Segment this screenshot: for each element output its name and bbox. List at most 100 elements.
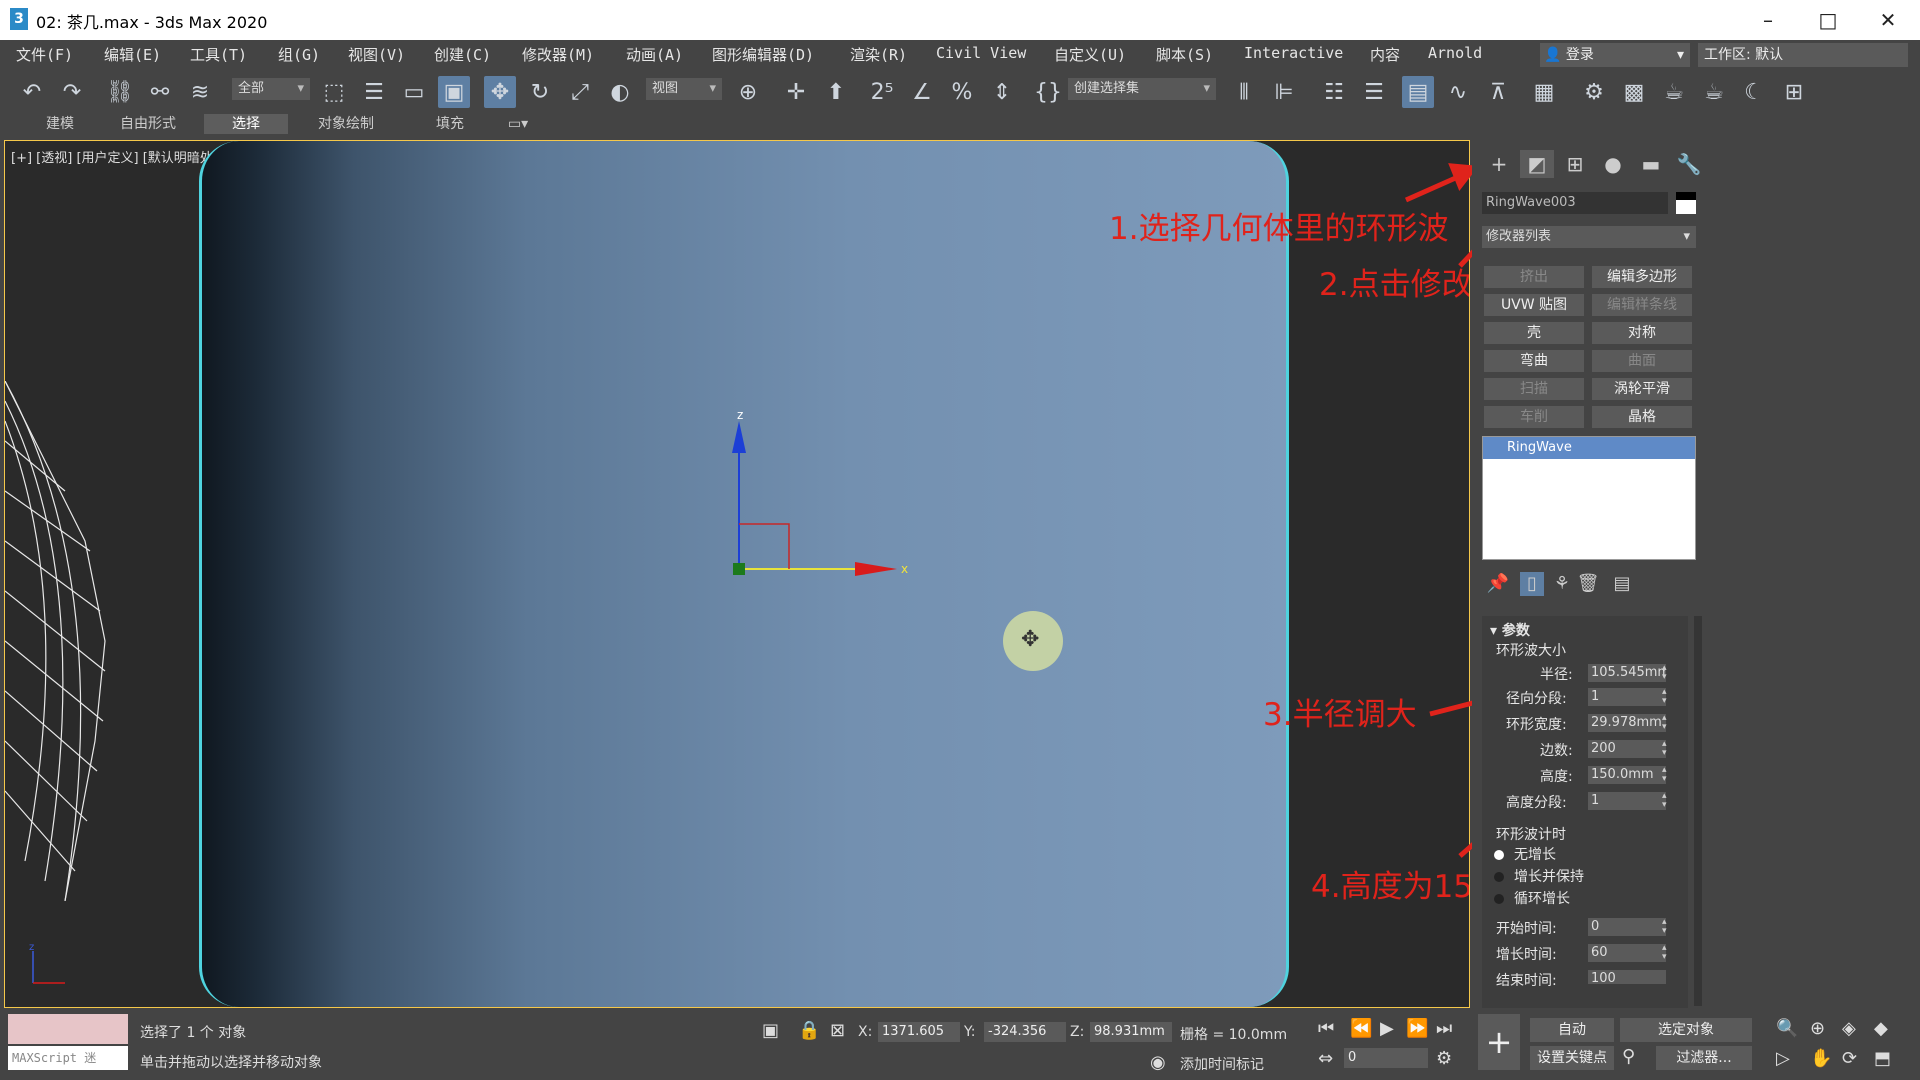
sides-field[interactable]: 200	[1588, 740, 1666, 758]
x-coord-field[interactable]: 1371.605	[878, 1022, 960, 1042]
viewport-label[interactable]: [+] [透视] [用户定义] [默认明暗处理]	[11, 147, 231, 166]
z-coord-field[interactable]: 98.931mm	[1090, 1022, 1172, 1042]
layer-explorer-icon[interactable]: ☰	[1358, 76, 1390, 108]
undo-icon[interactable]: ↶	[16, 76, 48, 108]
render-production-icon[interactable]: ☕	[1658, 76, 1690, 108]
render-activeshade-icon[interactable]: ☕	[1698, 76, 1730, 108]
menu-views[interactable]: 视图(V)	[348, 44, 405, 65]
modifier-list-dropdown[interactable]: 修改器列表 ▾	[1482, 226, 1696, 248]
configure-modifier-sets-icon[interactable]: ▤	[1610, 572, 1634, 596]
auto-key-button[interactable]: 自动	[1530, 1018, 1614, 1042]
menu-interactive[interactable]: Interactive	[1244, 44, 1343, 62]
menu-civil-view[interactable]: Civil View	[936, 44, 1026, 62]
modifier-button-uvw-map[interactable]: UVW 贴图	[1484, 294, 1584, 316]
orbit-icon[interactable]: ⟳	[1842, 1048, 1857, 1069]
selection-lock-icon[interactable]: 🔒	[798, 1020, 820, 1041]
key-filters-icon[interactable]: ⚲	[1622, 1046, 1635, 1067]
link-icon[interactable]: ⛓	[104, 76, 136, 108]
modifier-button-bend[interactable]: 弯曲	[1484, 350, 1584, 372]
current-frame-field[interactable]: 0	[1344, 1048, 1428, 1068]
menu-animation[interactable]: 动画(A)	[626, 44, 683, 65]
snaps-toggle-icon[interactable]: 2⁵	[866, 76, 898, 108]
login-dropdown[interactable]: 👤 登录 ▾	[1540, 43, 1690, 67]
radius-field[interactable]: 105.545mm	[1588, 664, 1666, 682]
stack-item-ringwave[interactable]: RingWave	[1483, 437, 1695, 459]
y-coord-field[interactable]: -324.356	[984, 1022, 1066, 1042]
go-to-start-icon[interactable]: ⏮	[1318, 1018, 1334, 1039]
curve-editor-icon[interactable]: ∿	[1442, 76, 1474, 108]
time-configuration-icon[interactable]: ⚙	[1436, 1048, 1452, 1069]
menu-edit[interactable]: 编辑(E)	[104, 44, 161, 65]
add-time-tag[interactable]: 添加时间标记	[1180, 1054, 1264, 1074]
unlink-icon[interactable]: ⚯	[144, 76, 176, 108]
make-unique-icon[interactable]: ⚘	[1550, 572, 1574, 596]
ring-width-spinner-icon[interactable]: ▴ ▾	[1662, 714, 1672, 732]
modifier-button-lathe[interactable]: 车削	[1484, 406, 1584, 428]
modifier-button-sweep[interactable]: 扫描	[1484, 378, 1584, 400]
a360-gallery-icon[interactable]: ⊞	[1778, 76, 1810, 108]
material-editor-icon[interactable]: ▦	[1528, 76, 1560, 108]
scene-explorer-icon[interactable]: ☷	[1318, 76, 1350, 108]
menu-rendering[interactable]: 渲染(R)	[850, 44, 907, 65]
height-spinner-icon[interactable]: ▴ ▾	[1662, 766, 1672, 784]
grow-time-field[interactable]: 60	[1588, 944, 1666, 962]
show-end-result-icon[interactable]: ▯	[1520, 572, 1544, 596]
render-setup-icon[interactable]: ⚙	[1578, 76, 1610, 108]
menu-file[interactable]: 文件(F)	[16, 44, 73, 65]
tab-populate[interactable]: 填充	[420, 114, 480, 134]
motion-tab-icon[interactable]: ●	[1596, 150, 1630, 178]
selected-objects-dropdown[interactable]: 选定对象	[1620, 1018, 1752, 1042]
modifier-button-lattice[interactable]: 晶格	[1592, 406, 1692, 428]
start-time-spinner-icon[interactable]: ▴ ▾	[1662, 918, 1672, 936]
select-and-place-icon[interactable]: ◐	[604, 76, 636, 108]
keyboard-shortcut-override-icon[interactable]: ⬆	[820, 76, 852, 108]
modifier-button-edit-poly[interactable]: 编辑多边形	[1592, 266, 1692, 288]
filters-button[interactable]: 过滤器...	[1656, 1046, 1752, 1070]
maxscript-mini-listener[interactable]: MAXScript 迷	[8, 1046, 128, 1070]
pan-view-icon[interactable]: ✋	[1810, 1048, 1832, 1069]
transform-gizmo[interactable]: z x	[725, 411, 925, 611]
menu-modifiers[interactable]: 修改器(M)	[522, 44, 594, 65]
zoom-icon[interactable]: 🔍	[1776, 1018, 1798, 1039]
close-button[interactable]: ✕	[1868, 6, 1908, 34]
redo-icon[interactable]: ↷	[56, 76, 88, 108]
pin-stack-icon[interactable]: 📌	[1486, 572, 1510, 596]
selection-filter-dropdown[interactable]: 全部	[232, 78, 310, 100]
tab-object-paint[interactable]: 对象绘制	[306, 114, 386, 134]
bind-space-warp-icon[interactable]: ≋	[184, 76, 216, 108]
maximize-viewport-icon[interactable]: ⬒	[1874, 1048, 1891, 1069]
menu-graph-editors[interactable]: 图形编辑器(D)	[712, 44, 814, 65]
sides-spinner-icon[interactable]: ▴ ▾	[1662, 740, 1672, 758]
edit-named-selection-icon[interactable]: {}	[1032, 76, 1064, 108]
align-icon[interactable]: ⊫	[1268, 76, 1300, 108]
menu-tools[interactable]: 工具(T)	[190, 44, 247, 65]
utilities-tab-icon[interactable]: 🔧	[1672, 150, 1706, 178]
end-time-field[interactable]: 100	[1588, 970, 1666, 984]
radio-grow-and-stay[interactable]	[1494, 872, 1504, 882]
modifier-button-symmetry[interactable]: 对称	[1592, 322, 1692, 344]
key-mode-icon[interactable]: ⇔	[1318, 1048, 1333, 1069]
modifier-button-turbosmooth[interactable]: 涡轮平滑	[1592, 378, 1692, 400]
select-and-move-icon[interactable]: ✥	[484, 76, 516, 108]
rendered-frame-window-icon[interactable]: ▩	[1618, 76, 1650, 108]
named-selection-set-dropdown[interactable]: 创建选择集	[1068, 78, 1216, 100]
render-cloud-icon[interactable]: ☾	[1738, 76, 1770, 108]
set-key-icon[interactable]: +	[1478, 1014, 1520, 1070]
field-of-view-icon[interactable]: ▷	[1776, 1048, 1790, 1069]
previous-frame-icon[interactable]: ⏪	[1350, 1018, 1372, 1039]
schematic-view-icon[interactable]: ⊼	[1482, 76, 1514, 108]
spinner-snap-icon[interactable]: ⇕	[986, 76, 1018, 108]
tab-modeling[interactable]: 建模	[30, 114, 90, 134]
set-key-button[interactable]: 设置关键点	[1530, 1046, 1614, 1070]
reference-coordinate-dropdown[interactable]: 视图	[646, 78, 722, 100]
modify-tab-icon[interactable]: ◩	[1520, 150, 1554, 178]
modifier-button-extrude[interactable]: 挤出	[1484, 266, 1584, 288]
maxscript-listener[interactable]	[8, 1014, 128, 1044]
minimize-button[interactable]: –	[1748, 6, 1788, 34]
menu-create[interactable]: 创建(C)	[434, 44, 491, 65]
workspace-dropdown[interactable]: 工作区: 默认	[1698, 43, 1908, 67]
angle-snap-icon[interactable]: ∠	[906, 76, 938, 108]
height-segs-spinner-icon[interactable]: ▴ ▾	[1662, 792, 1672, 810]
zoom-extents-all-icon[interactable]: ◆	[1874, 1018, 1888, 1039]
menu-content[interactable]: 内容	[1370, 44, 1400, 65]
